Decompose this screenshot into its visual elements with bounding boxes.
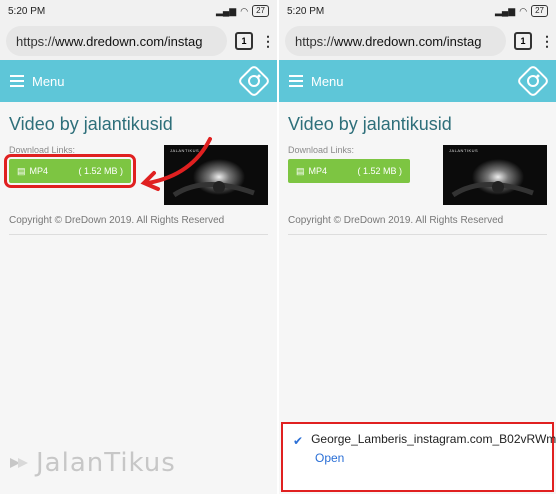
mp4-label: MP4 — [308, 166, 328, 176]
download-complete-toast: ✔ George_Lamberis_instagram.com_B02vRWmH… — [281, 422, 556, 492]
site-navbar: Menu — [0, 60, 277, 102]
motorbike-image — [451, 159, 534, 198]
more-options-icon[interactable]: ⋮ — [540, 34, 554, 48]
video-thumbnail[interactable]: JALANTIKUS — [443, 145, 547, 205]
battery-icon: 27 — [531, 5, 548, 17]
mp4-label: MP4 — [29, 166, 49, 176]
mp4-download-button[interactable]: ▤ MP4 ( 1.52 MB ) — [4, 154, 136, 188]
hamburger-icon[interactable] — [10, 75, 24, 87]
signal-icon: ▂▄▆ — [495, 5, 516, 16]
file-size-label: ( 1.52 MB ) — [78, 166, 123, 176]
status-time: 5:20 PM — [8, 5, 46, 17]
wifi-icon: ◠ — [519, 5, 528, 16]
file-icon: ▤ — [296, 165, 305, 176]
battery-icon: 27 — [252, 5, 269, 17]
downloaded-filename: George_Lamberis_instagram.com_B02vRWmHwz… — [311, 432, 556, 446]
url-host: www.dredown.com/instag — [55, 33, 203, 49]
video-title: Video by jalantikusid — [9, 114, 173, 134]
status-time: 5:20 PM — [287, 5, 325, 17]
status-bar: 5:20 PM ▂▄▆ ◠ 27 — [279, 0, 556, 22]
file-icon: ▤ — [17, 165, 26, 176]
url-prefix: https:// — [16, 33, 56, 49]
browser-toolbar: https:// www.dredown.com/instag 1 ⋮ — [279, 22, 556, 60]
download-links-label: Download Links: — [9, 145, 76, 155]
more-options-icon[interactable]: ⋮ — [261, 34, 275, 48]
site-navbar: Menu — [279, 60, 556, 102]
url-prefix: https:// — [295, 33, 335, 49]
tab-count-button[interactable]: 1 — [235, 32, 253, 50]
jalantikus-watermark: JalanTikus — [8, 448, 176, 478]
thumbnail-watermark: JALANTIKUS — [449, 148, 479, 153]
menu-label[interactable]: Menu — [32, 74, 65, 89]
hamburger-icon[interactable] — [289, 75, 303, 87]
download-links-label: Download Links: — [288, 145, 355, 155]
site-logo[interactable] — [518, 66, 548, 96]
tab-count-button[interactable]: 1 — [514, 32, 532, 50]
video-title: Video by jalantikusid — [288, 114, 452, 134]
url-host: www.dredown.com/instag — [334, 33, 482, 49]
red-arrow-annotation — [140, 137, 212, 191]
watermark-text: JalanTikus — [36, 448, 176, 478]
wifi-icon: ◠ — [240, 5, 249, 16]
mp4-download-button[interactable]: ▤ MP4 ( 1.52 MB ) — [288, 159, 410, 183]
address-bar[interactable]: https:// www.dredown.com/instag — [285, 26, 506, 56]
address-bar[interactable]: https:// www.dredown.com/instag — [6, 26, 227, 56]
copyright-text: Copyright © DreDown 2019. All Rights Res… — [9, 215, 268, 235]
left-screenshot: 5:20 PM ▂▄▆ ◠ 27 https:// www.dredown.co… — [0, 0, 277, 494]
signal-icon: ▂▄▆ — [216, 5, 237, 16]
browser-toolbar: https:// www.dredown.com/instag 1 ⋮ — [0, 22, 277, 60]
menu-label[interactable]: Menu — [311, 74, 344, 89]
copyright-text: Copyright © DreDown 2019. All Rights Res… — [288, 215, 547, 235]
status-bar: 5:20 PM ▂▄▆ ◠ 27 — [0, 0, 277, 22]
jalantikus-logo-icon — [10, 458, 28, 468]
right-screenshot: 5:20 PM ▂▄▆ ◠ 27 https:// www.dredown.co… — [279, 0, 556, 494]
page-content: Video by jalantikusid Download Links: ▤ … — [279, 102, 556, 243]
check-icon: ✔ — [293, 434, 304, 448]
file-size-label: ( 1.52 MB ) — [357, 166, 402, 176]
open-file-button[interactable]: Open — [315, 451, 542, 465]
site-logo[interactable] — [239, 66, 269, 96]
